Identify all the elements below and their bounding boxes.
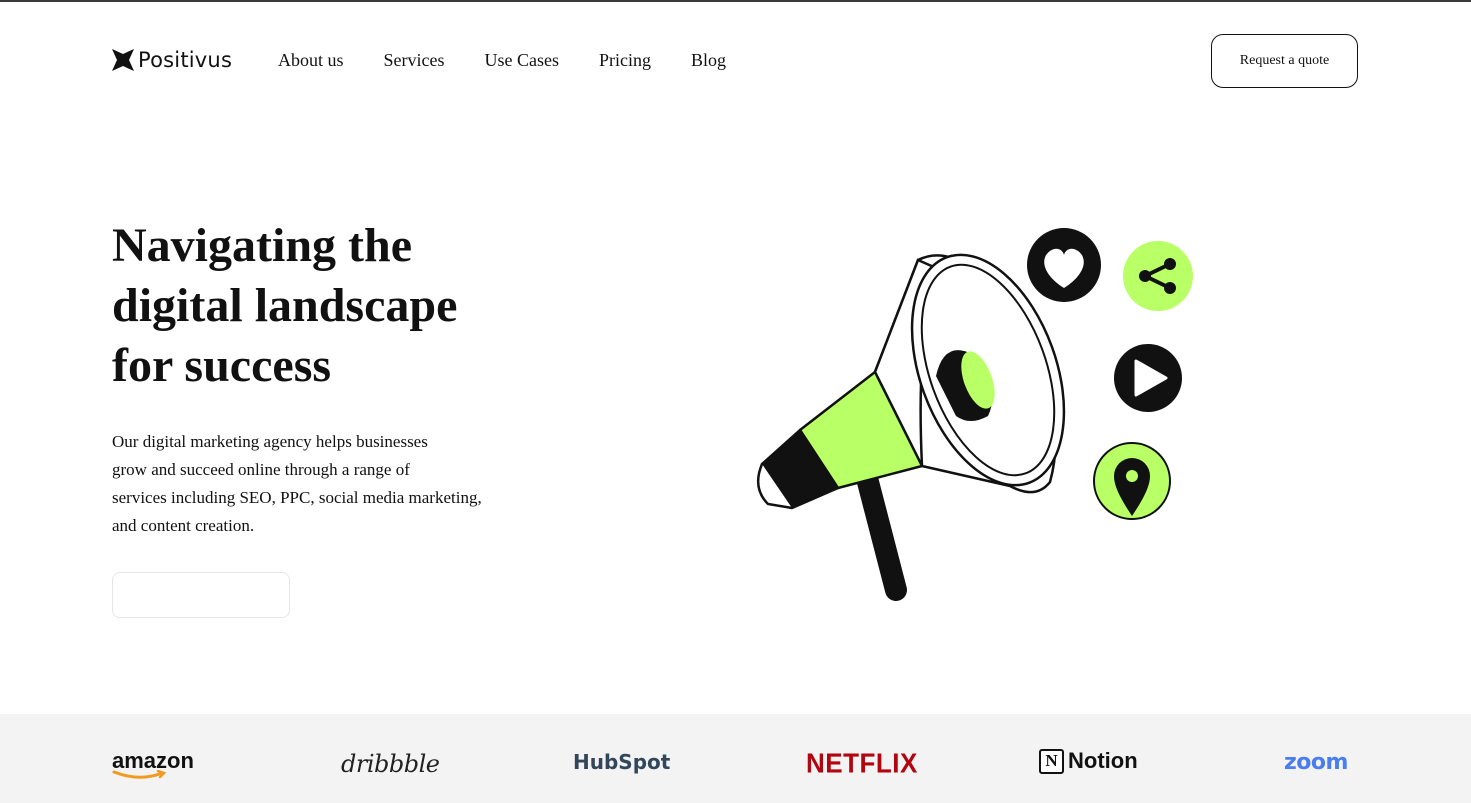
dribbble-logo: dribbble	[341, 750, 440, 778]
positivus-star-icon	[112, 49, 134, 71]
client-logos-strip: amazon dribbble HubSpot NETFLIX N Notion…	[0, 714, 1471, 803]
hero-description-line: grow and succeed online through a range …	[112, 460, 410, 479]
play-icon	[1114, 344, 1182, 412]
notion-n-icon: N	[1039, 748, 1064, 774]
hero-title-line: for success	[112, 339, 332, 392]
notion-logo: N Notion	[1039, 748, 1138, 774]
nav-links: About us Services Use Cases Pricing Blog	[278, 50, 766, 71]
hero-title-line: Navigating the	[112, 219, 412, 272]
window-top-border	[0, 0, 1471, 2]
hero-cta-button[interactable]	[112, 572, 290, 618]
share-icon	[1123, 241, 1193, 311]
nav-link-use-cases[interactable]: Use Cases	[485, 50, 560, 71]
hero-description-line: services including SEO, PPC, social medi…	[112, 488, 482, 507]
nav-link-services[interactable]: Services	[384, 50, 445, 71]
zoom-logo: zoom	[1284, 750, 1348, 775]
hero-title: Navigating the digital landscape for suc…	[112, 216, 532, 396]
nav-link-blog[interactable]: Blog	[691, 50, 726, 71]
hero-description: Our digital marketing agency helps busin…	[112, 428, 512, 540]
nav-link-about-us[interactable]: About us	[278, 50, 344, 71]
hero-description-line: Our digital marketing agency helps busin…	[112, 432, 428, 451]
hero-description-line: and content creation.	[112, 516, 255, 535]
amazon-logo: amazon	[112, 748, 194, 780]
nav-link-pricing[interactable]: Pricing	[599, 50, 651, 71]
hubspot-logo: HubSpot	[573, 750, 671, 774]
top-navigation: Positivus About us Services Use Cases Pr…	[112, 34, 1358, 88]
request-quote-button[interactable]: Request a quote	[1211, 34, 1358, 88]
heart-icon	[1027, 228, 1101, 302]
brand-logo[interactable]: Positivus	[112, 48, 232, 72]
netflix-logo: NETFLIX	[806, 747, 918, 779]
brand-name: Positivus	[138, 48, 233, 72]
hero-title-line: digital landscape	[112, 279, 458, 332]
location-pin-icon	[1093, 442, 1171, 520]
amazon-smile-icon	[112, 770, 167, 779]
notion-logo-text: Notion	[1068, 748, 1138, 773]
megaphone-illustration	[756, 228, 1193, 601]
